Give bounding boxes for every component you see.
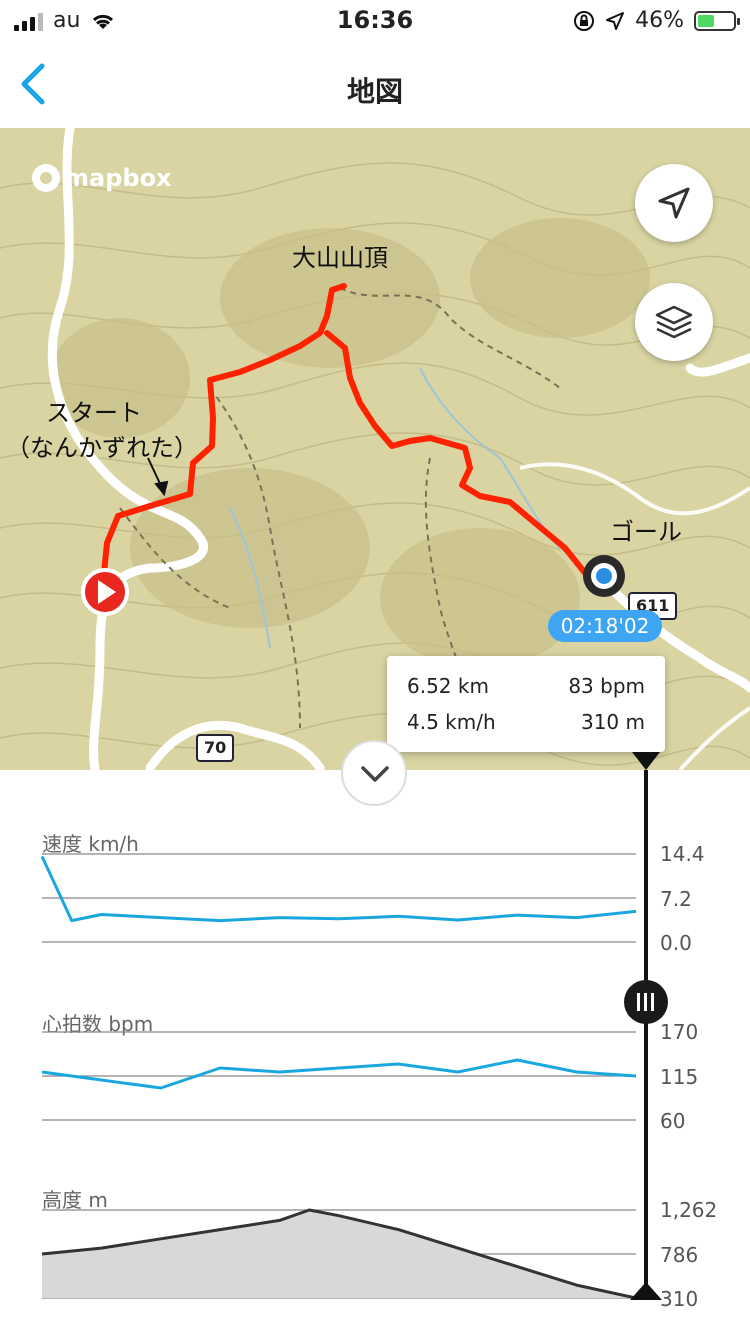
distance-value: 6.52 km [407,674,489,698]
heart-rate-series-line [41,1058,637,1090]
road-sign-70: 70 [196,734,235,762]
battery-icon [694,10,740,31]
rotation-lock-icon [574,10,595,31]
location-arrow-icon [606,11,625,30]
collapse-charts-button[interactable] [341,740,407,806]
speed-series-line [40,855,637,923]
speed-value: 4.5 km/h [407,710,496,734]
summit-label: 大山山頂 [292,244,388,272]
mapbox-logo: mapbox [32,164,172,192]
timeline-cursor[interactable] [644,770,648,1300]
goal-marker[interactable] [583,555,625,597]
map-view[interactable]: mapbox 大山山頂 スタート （なんかずれた） ゴール 611 70 02:… [0,128,750,770]
charts-svg [40,853,637,1300]
heart-rate-value: 83 bpm [568,674,645,698]
start-label: スタート [46,399,142,427]
layers-icon [655,305,693,339]
status-bar: au 16:36 46% [0,0,750,42]
map-layers-button[interactable] [635,283,713,361]
page-title: 地図 [346,75,403,108]
start-note-label: （なんかずれた） [6,434,198,462]
charts-panel: 速度 km/h 14.4 7.2 0.0 心拍数 bpm 170 115 60 … [0,752,750,1334]
goal-label: ゴール [610,518,682,546]
locate-button[interactable] [635,164,713,242]
nav-bar: 地図 [0,42,750,128]
timeline-scrubber-handle[interactable] [624,980,668,1024]
mapbox-icon [32,164,60,192]
cursor-bottom-marker [630,1282,662,1300]
elapsed-time-badge: 02:18'02 [548,610,662,642]
start-marker[interactable] [81,568,129,616]
cursor-top-marker [632,752,660,770]
stats-card: 6.52 km 83 bpm 4.5 km/h 310 m [387,656,665,752]
chevron-down-icon [361,766,389,782]
navigation-arrow-icon [658,187,690,219]
altitude-value: 310 m [580,710,645,734]
battery-percent: 46% [635,8,684,33]
